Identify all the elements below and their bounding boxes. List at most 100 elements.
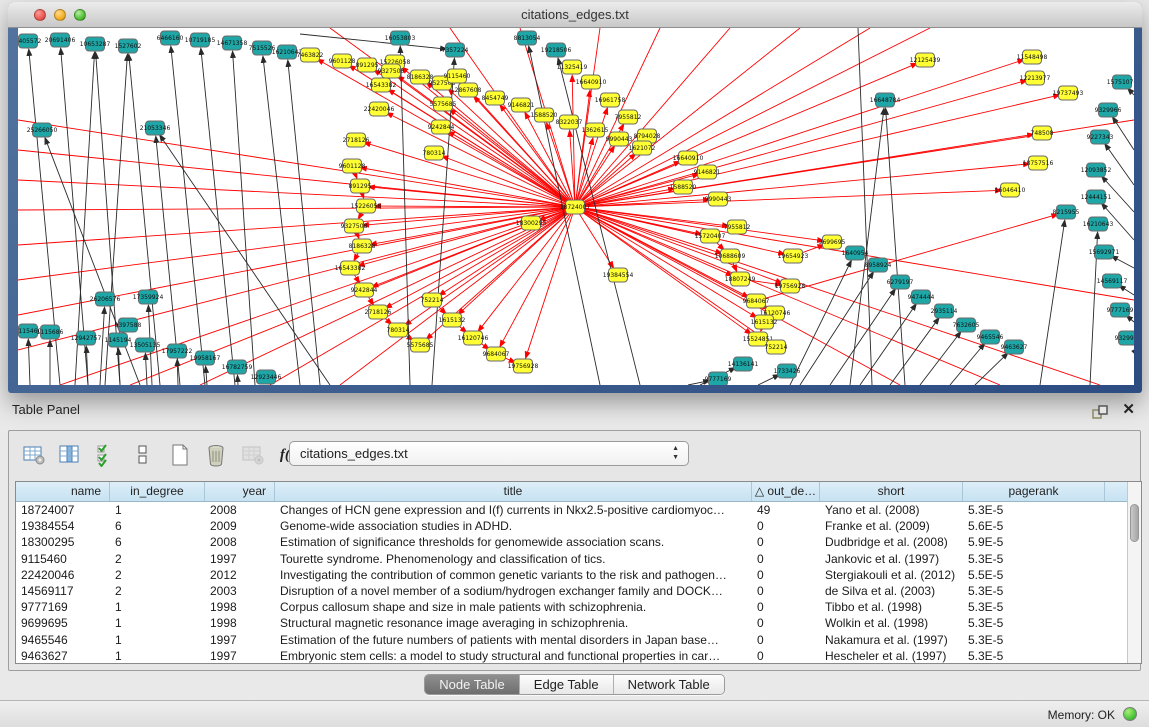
column-header-year[interactable]: year — [205, 482, 275, 501]
graph-node[interactable]: 9990443 — [705, 192, 732, 206]
graph-node[interactable]: 10653287 — [80, 37, 111, 51]
tab-node-table[interactable]: Node Table — [425, 675, 520, 694]
graph-node[interactable]: 10688609 — [715, 249, 746, 263]
column-header-out_degree[interactable]: △ out_de… — [752, 482, 820, 501]
graph-node[interactable]: 19958167 — [190, 351, 221, 365]
graph-node[interactable]: 19654923 — [778, 249, 809, 263]
graph-node[interactable]: 2935114 — [931, 304, 958, 318]
column-header-short[interactable]: short — [820, 482, 963, 501]
graph-node[interactable]: 16210643 — [1083, 217, 1114, 231]
graph-node[interactable]: 19756928 — [508, 359, 539, 373]
graph-node[interactable]: 1621072 — [629, 141, 656, 155]
graph-node[interactable]: 9777169 — [705, 372, 732, 385]
graph-node[interactable]: 752214 — [765, 340, 788, 354]
column-header-in_degree[interactable]: in_degree — [110, 482, 205, 501]
column-header-pagerank[interactable]: pagerank — [963, 482, 1105, 501]
graph-node[interactable]: 9227343 — [1087, 130, 1114, 144]
table-row[interactable]: 946554611997Estimation of the future num… — [16, 632, 1127, 648]
table-settings-icon[interactable] — [19, 439, 49, 469]
graph-node[interactable]: 1145194 — [105, 333, 132, 347]
graph-node[interactable]: 7357224 — [442, 43, 469, 57]
graph-node[interactable]: 20691406 — [45, 33, 76, 47]
graph-node[interactable]: 9327508 — [378, 64, 405, 78]
graph-node[interactable]: 9146821 — [508, 98, 535, 112]
close-button[interactable] — [34, 9, 46, 21]
column-header-name[interactable]: name — [16, 482, 110, 501]
float-panel-icon[interactable] — [1091, 403, 1109, 421]
graph-node[interactable]: 8958924 — [865, 258, 892, 272]
graph-node[interactable]: 16120746 — [458, 331, 489, 345]
graph-node[interactable]: 1362615 — [582, 123, 609, 137]
graph-node[interactable]: 17957222 — [162, 344, 193, 358]
graph-node[interactable]: 19756928 — [775, 279, 806, 293]
graph-node[interactable]: 8813054 — [514, 31, 541, 45]
table-row[interactable]: 1872400712008Changes of HCN gene express… — [16, 502, 1127, 518]
graph-node[interactable]: 9684067 — [483, 347, 510, 361]
graph-node[interactable]: 12213977 — [1020, 71, 1051, 85]
graph-node[interactable]: 15751074 — [1107, 75, 1134, 89]
graph-node[interactable]: 9699695 — [819, 235, 846, 249]
graph-node[interactable]: 6466160 — [157, 31, 184, 45]
graph-node[interactable]: 2405572 — [18, 34, 42, 48]
graph-node[interactable]: 9684067 — [743, 294, 770, 308]
graph-node[interactable]: 12093852 — [1081, 163, 1112, 177]
graph-node[interactable]: 9463627 — [1001, 340, 1028, 354]
table-row[interactable]: 969969511998Structural magnetic resonanc… — [16, 615, 1127, 631]
graph-node[interactable]: 22420046 — [364, 102, 395, 116]
network-canvas[interactable]: 240557220691406 10653287 1527602 6466160107… — [18, 28, 1134, 385]
table-row[interactable]: 946362711997Embryonic stem cells: a mode… — [16, 648, 1127, 663]
tab-edge-table[interactable]: Edge Table — [520, 675, 614, 694]
graph-node[interactable]: 12923446 — [251, 370, 282, 384]
new-table-icon[interactable] — [165, 439, 195, 469]
graph-node[interactable]: 12444151 — [1081, 190, 1112, 204]
graph-node[interactable]: 9474444 — [908, 290, 935, 304]
graph-node[interactable]: 7955812 — [615, 110, 642, 124]
show-columns-icon[interactable] — [55, 439, 85, 469]
select-rows-icon[interactable] — [92, 439, 122, 469]
table-row[interactable]: 911546021997Tourette syndrome. Phenomeno… — [16, 551, 1127, 567]
table-row[interactable]: 1830029562008Estimation of significance … — [16, 534, 1127, 550]
graph-node[interactable]: 1588520 — [670, 180, 697, 194]
graph-node[interactable]: 1527602 — [115, 39, 142, 53]
graph-node[interactable]: 9329966 — [1115, 331, 1134, 345]
delete-table-icon[interactable] — [201, 439, 231, 469]
graph-node[interactable]: 19384554 — [603, 268, 634, 282]
graph-node[interactable]: 1588520 — [531, 108, 558, 122]
graph-node[interactable]: 12942757 — [71, 331, 102, 345]
graph-node[interactable]: 780314 — [387, 323, 410, 337]
graph-node[interactable]: 18757516 — [1023, 156, 1054, 170]
table-select-dropdown[interactable]: citations_edges.txt ▲▼ — [289, 441, 689, 466]
graph-node[interactable]: 2718126 — [343, 133, 370, 147]
graph-node[interactable]: 7955812 — [724, 220, 751, 234]
graph-node[interactable]: 891295 — [356, 58, 379, 72]
graph-node[interactable]: 9327508 — [341, 219, 368, 233]
graph-node[interactable]: 9242844 — [428, 120, 455, 134]
graph-node[interactable]: 1640954 — [842, 246, 869, 260]
graph-node[interactable]: 9397588 — [115, 318, 142, 332]
graph-node[interactable]: 9465546 — [977, 330, 1004, 344]
graph-node[interactable]: 9777169 — [1107, 303, 1134, 317]
graph-node[interactable]: 10719185 — [185, 33, 216, 47]
tab-network-table[interactable]: Network Table — [614, 675, 724, 694]
graph-node[interactable]: 8454749 — [482, 91, 509, 105]
graph-node[interactable]: 16640910 — [576, 75, 607, 89]
graph-node[interactable]: 5575685 — [430, 97, 457, 111]
graph-node[interactable]: 7632605 — [953, 318, 980, 332]
graph-node[interactable]: 14136141 — [728, 357, 759, 371]
graph-node[interactable]: 891295 — [349, 179, 372, 193]
graph-node[interactable]: 15226058 — [351, 199, 382, 213]
graph-node[interactable]: 16648784 — [870, 93, 901, 107]
minimize-button[interactable] — [54, 9, 66, 21]
graph-node[interactable]: 1615132 — [439, 313, 466, 327]
graph-node[interactable]: 8322037 — [556, 115, 583, 129]
column-header-title[interactable]: title — [275, 482, 752, 501]
zoom-button[interactable] — [74, 9, 86, 21]
graph-node[interactable]: 752214 — [421, 293, 444, 307]
graph-node[interactable]: 9115460 — [444, 69, 471, 83]
graph-node[interactable]: 780314 — [423, 146, 446, 160]
graph-node[interactable]: 9329966 — [1095, 103, 1122, 117]
graph-node[interactable]: 1733426 — [774, 364, 801, 378]
graph-node[interactable]: 9242844 — [351, 283, 378, 297]
graph-node[interactable]: 8186328 — [349, 239, 376, 253]
graph-node[interactable]: 9601128 — [329, 54, 356, 68]
